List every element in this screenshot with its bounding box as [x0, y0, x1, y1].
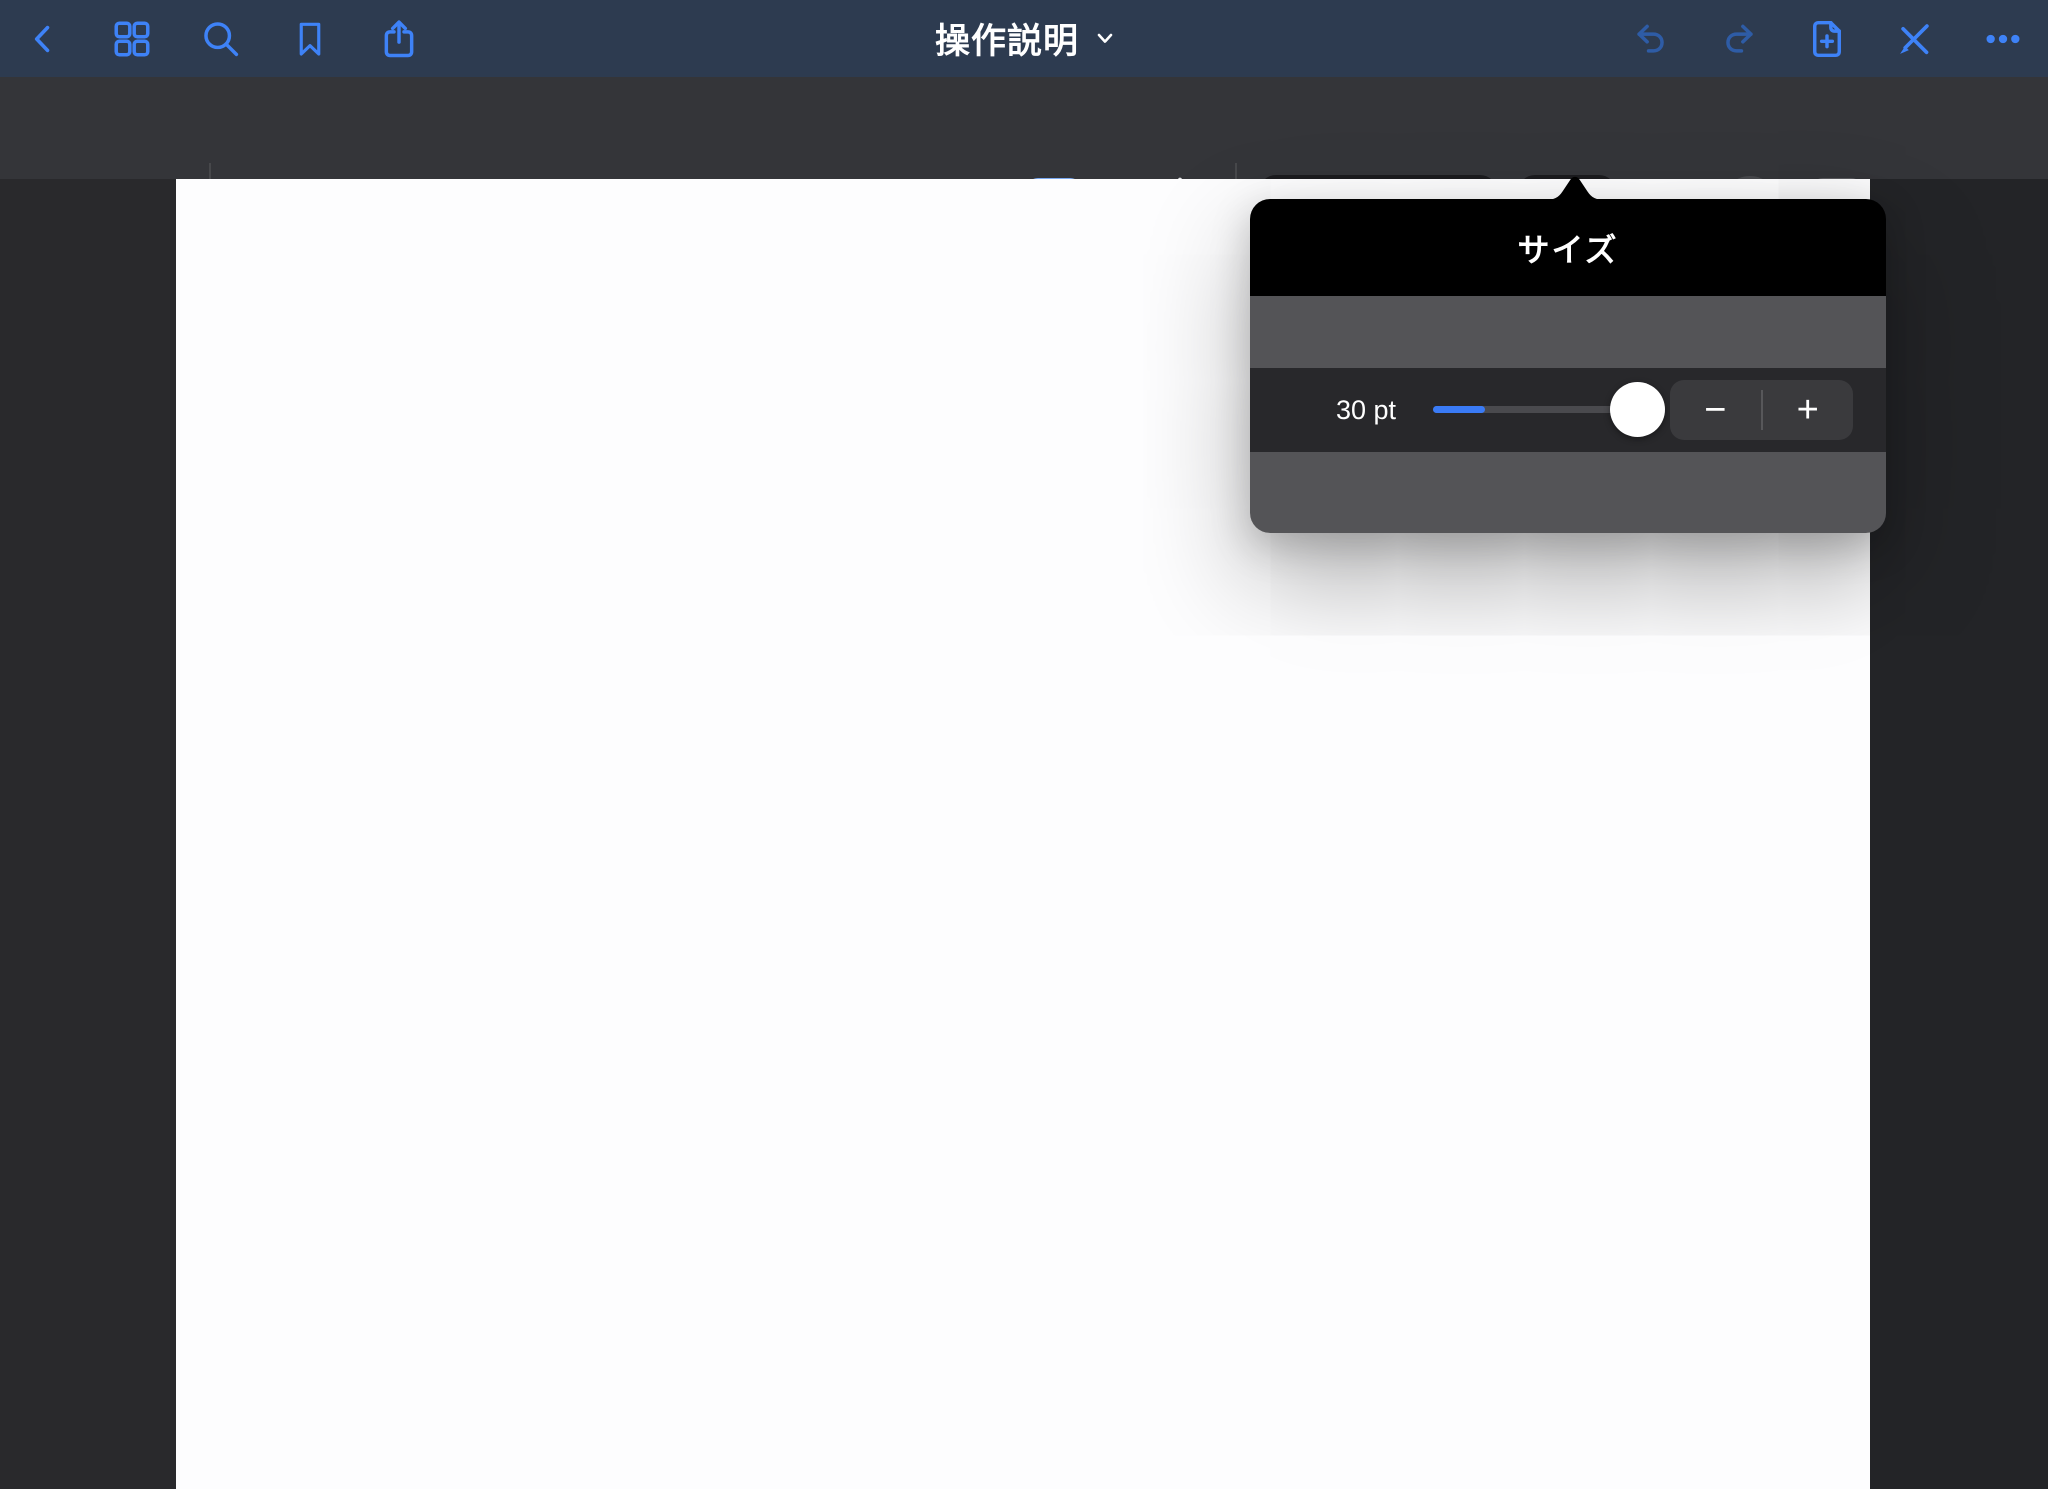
search-icon — [199, 17, 243, 61]
top-navigation-bar: 操作説明 — [0, 0, 2048, 77]
page-outside-background — [1870, 179, 2048, 1489]
decrease-size-button[interactable]: − — [1670, 380, 1761, 440]
size-popover: サイズ 30 pt − + — [1250, 199, 1886, 533]
grid-icon — [110, 17, 154, 61]
page-title: 操作説明 — [934, 22, 1080, 61]
ellipsis-icon — [1983, 19, 2023, 59]
share-button[interactable] — [377, 17, 421, 61]
back-button[interactable] — [21, 17, 65, 61]
notes-app: 操作説明 サイズ 30 pt − + — [0, 0, 2048, 1489]
add-page-icon — [1804, 16, 1850, 62]
redo-button[interactable] — [1717, 17, 1761, 61]
undo-button[interactable] — [1629, 17, 1673, 61]
share-icon — [376, 16, 422, 62]
popover-band-top — [1250, 296, 1886, 368]
size-value-label: 30 pt — [1336, 394, 1397, 425]
size-stepper: − + — [1670, 380, 1853, 440]
pen-off-button[interactable] — [1893, 17, 1937, 61]
popover-band-bottom — [1250, 452, 1886, 533]
page-thumbnails-button[interactable] — [110, 17, 154, 61]
more-button[interactable] — [1981, 17, 2025, 61]
pen-crossed-icon — [1894, 18, 1936, 60]
size-slider-row: 30 pt − + — [1250, 368, 1886, 452]
bookmark-button[interactable] — [288, 17, 332, 61]
size-slider[interactable] — [1433, 382, 1665, 437]
chevron-left-icon — [25, 21, 61, 57]
popover-header: サイズ — [1250, 199, 1886, 296]
topbar-left-group — [21, 0, 421, 77]
add-page-button[interactable] — [1805, 17, 1849, 61]
undo-icon — [1630, 18, 1672, 60]
document-title-button[interactable]: 操作説明 — [935, 0, 1113, 77]
tools-toolbar: a — [0, 77, 2048, 241]
chevron-down-icon — [1097, 33, 1113, 44]
slider-thumb[interactable] — [1610, 382, 1665, 437]
slider-fill — [1433, 406, 1485, 413]
popover-title: サイズ — [1517, 231, 1619, 268]
search-button[interactable] — [199, 17, 243, 61]
redo-icon — [1718, 18, 1760, 60]
topbar-right-group — [1629, 0, 2025, 77]
bookmark-icon — [289, 18, 331, 60]
popover-arrow — [1545, 171, 1605, 200]
increase-size-button[interactable]: + — [1763, 380, 1854, 440]
